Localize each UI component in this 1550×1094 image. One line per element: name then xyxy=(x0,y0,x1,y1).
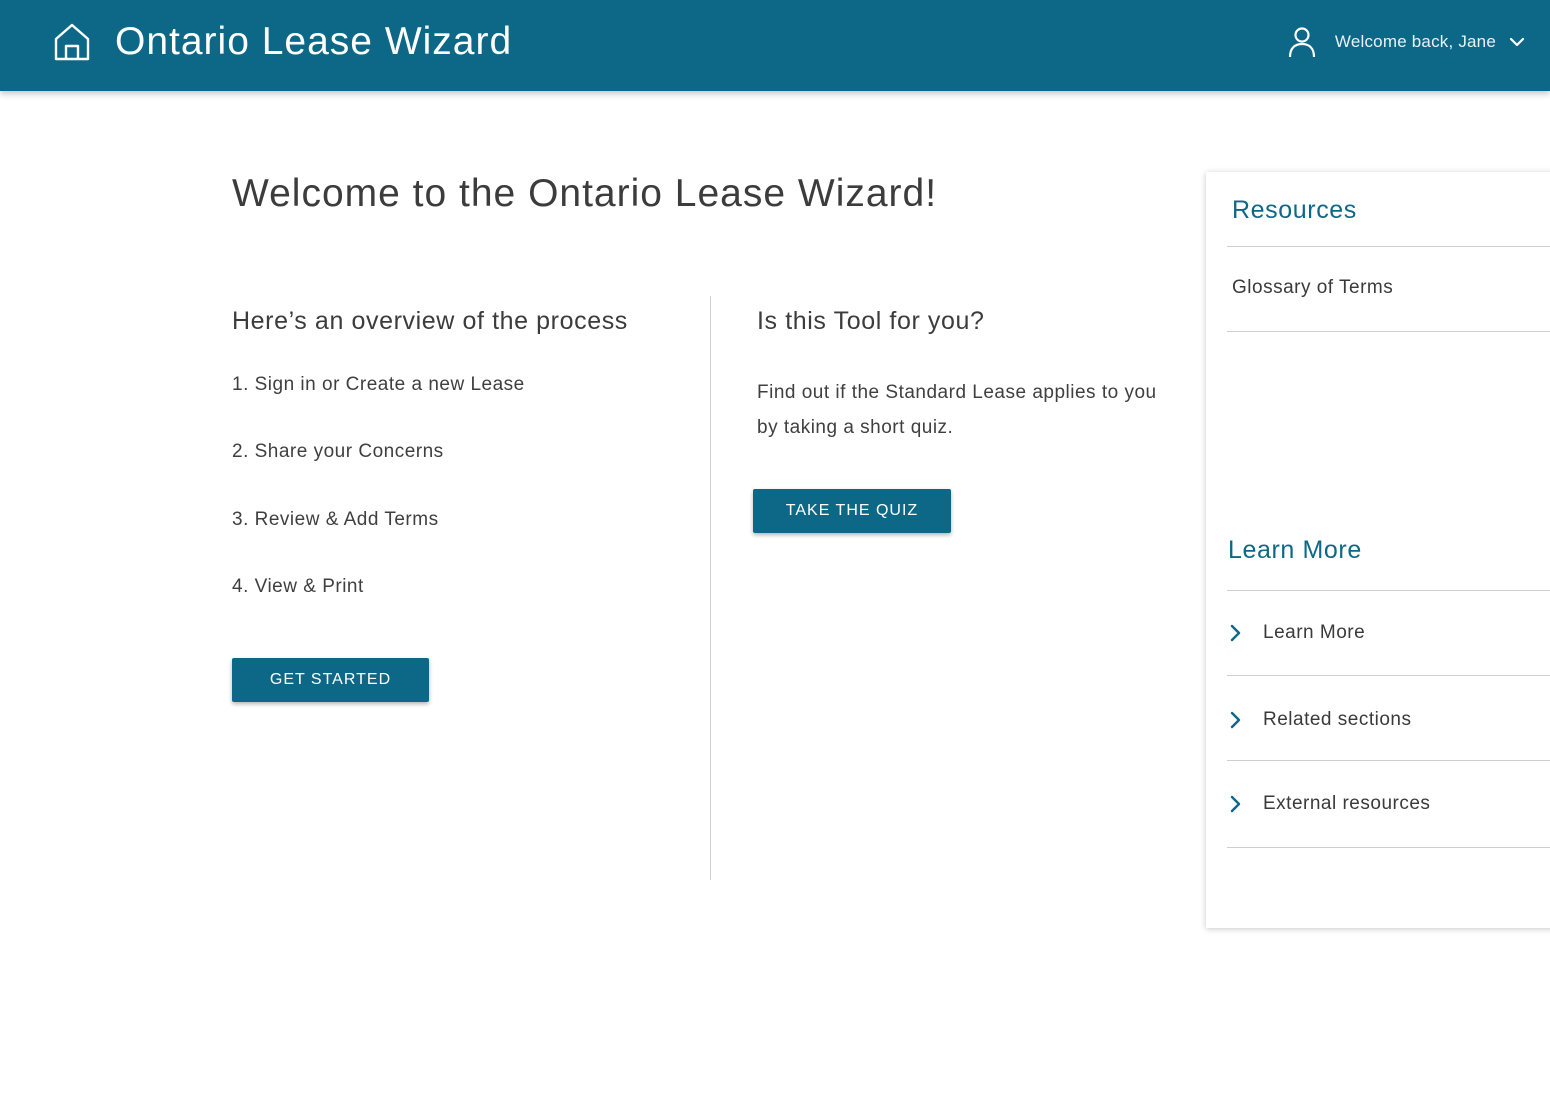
step-item: 1. Sign in or Create a new Lease xyxy=(232,374,525,395)
divider xyxy=(1227,760,1550,761)
quiz-heading: Is this Tool for you? xyxy=(757,307,985,335)
external-resources-item[interactable]: External resources xyxy=(1228,793,1430,815)
sidebar: Resources Glossary of Terms Learn More L… xyxy=(1206,172,1550,928)
resources-heading: Resources xyxy=(1232,196,1357,224)
learn-more-label: Learn More xyxy=(1263,622,1366,643)
divider xyxy=(1227,246,1550,247)
app-title: Ontario Lease Wizard xyxy=(115,20,513,63)
divider xyxy=(1227,847,1550,848)
chevron-right-icon xyxy=(1228,623,1242,643)
home-icon xyxy=(53,22,91,62)
get-started-button[interactable]: GET STARTED xyxy=(232,658,429,702)
divider xyxy=(1227,331,1550,332)
take-quiz-button[interactable]: TAKE THE QUIZ xyxy=(753,489,951,533)
user-icon xyxy=(1287,26,1317,58)
quiz-description: Find out if the Standard Lease applies t… xyxy=(757,382,1157,438)
user-greeting: Welcome back, Jane xyxy=(1334,32,1496,51)
learn-more-heading: Learn More xyxy=(1228,536,1362,564)
user-menu[interactable]: Welcome back, Jane xyxy=(1287,24,1526,60)
external-resources-label: External resources xyxy=(1263,793,1431,814)
chevron-right-icon xyxy=(1228,710,1242,730)
overview-heading: Here’s an overview of the process xyxy=(232,307,628,335)
quiz-section: Is this Tool for you? Find out if the St… xyxy=(753,305,1157,533)
page-title: Welcome to the Ontario Lease Wizard! xyxy=(232,172,938,215)
glossary-link[interactable]: Glossary of Terms xyxy=(1232,277,1393,299)
divider xyxy=(1227,675,1550,676)
divider xyxy=(1227,590,1550,591)
chevron-right-icon xyxy=(1228,794,1242,814)
learn-more-item[interactable]: Learn More xyxy=(1228,622,1365,644)
chevron-down-icon[interactable] xyxy=(1508,33,1526,51)
step-item: 4. View & Print xyxy=(232,576,364,597)
step-item: 2. Share your Concerns xyxy=(232,441,444,462)
app-header: Ontario Lease Wizard Welcome back, Jane xyxy=(0,0,1550,91)
step-item: 3. Review & Add Terms xyxy=(232,509,439,530)
column-divider xyxy=(710,296,711,880)
home-button[interactable] xyxy=(50,20,94,64)
related-sections-label: Related sections xyxy=(1263,709,1412,730)
process-overview: Here’s an overview of the process 1. Sig… xyxy=(232,305,702,702)
related-sections-item[interactable]: Related sections xyxy=(1228,709,1411,731)
